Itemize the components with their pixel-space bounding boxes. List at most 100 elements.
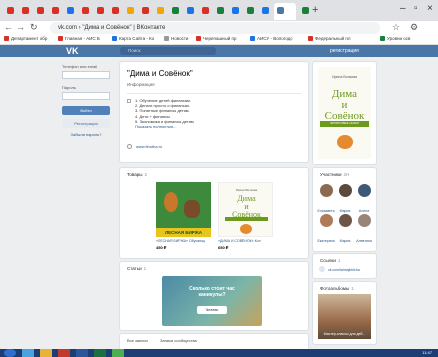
phone-field[interactable] [62,71,110,79]
browser-tab[interactable] [229,3,242,20]
cover-author: Ирина Волкова [332,75,357,79]
search-input[interactable]: Поиск [120,47,216,55]
bookmark-item[interactable]: Главная - АИС Б [58,36,100,41]
taskbar-icon-app[interactable] [58,349,70,357]
browser-tab[interactable] [4,3,17,20]
tab-favicon-icon [142,7,149,14]
tab-favicon-icon [112,7,119,14]
vk-logo[interactable]: VK [66,45,79,57]
taskbar-icon-folder[interactable] [40,349,52,357]
product-image-forest-exchange[interactable]: ЛЕСНАЯ БИРЖА [156,182,211,237]
goods-title[interactable]: Товары 2 [127,172,147,177]
bookmark-item[interactable]: Карта Сайта - Ко [112,36,154,41]
browser-tab[interactable] [199,3,212,20]
book-band [225,217,268,221]
browser-tab[interactable] [244,3,257,20]
browser-tab[interactable] [109,3,122,20]
password-label: Пароль [62,85,76,90]
taskbar-icon-chrome[interactable] [112,349,124,357]
new-tab-button[interactable]: + [312,4,318,16]
article-preview[interactable]: Сколько стоит час каникулы? Читать [162,276,262,326]
goods-card: Товары 2 ЛЕСНАЯ БИРЖА Ирина Волкова Дима и… [120,168,308,258]
bookmark-item[interactable]: Черепашный пр [196,36,236,41]
register-link[interactable]: регистрация [330,45,359,57]
forgot-password-link[interactable]: Забыли пароль? [62,132,110,137]
browser-tab[interactable] [79,3,92,20]
reload-icon[interactable]: ↻ [30,22,38,33]
info-list: 1. Обучение детей финансам. 2. Деньги пр… [127,98,194,129]
tab-all-posts[interactable]: Все записи [127,338,148,343]
website-link[interactable]: www.finotha.ru [127,144,162,149]
browser-tab[interactable] [299,3,312,20]
avatar [338,214,352,227]
product-name[interactable]: «ДИМА И СОВЁНОК» Кол [218,239,276,243]
photo-album-thumbnail[interactable]: Мастер-классы для деб... [318,294,371,339]
minimize-icon[interactable]: – [400,3,406,14]
star-icon[interactable]: ☆ [392,22,400,33]
close-icon[interactable]: × [427,3,433,14]
link-item[interactable]: vk.com/taimajbkfcha [319,266,360,272]
tab-favicon-icon [157,7,164,14]
url-field[interactable]: vk.com › "Дима и Совёнок" | ВКонтакте [50,22,380,34]
member-item[interactable]: Алена [355,184,373,217]
tab-community-posts[interactable]: Записи сообщества [160,338,197,343]
photos-title[interactable]: Фотоальбомы 1 [320,286,354,291]
avatar [319,214,333,227]
forward-icon[interactable]: → [16,22,25,32]
member-item[interactable]: Алевтина [355,214,373,247]
extension-icon[interactable]: ⚙ [410,22,418,33]
members-card: Участники 2Н Елизавета Мария Алена Екатер… [313,168,376,251]
cover-band: ФИНАНСОВЫЕ СКАЗКИ [320,121,369,127]
browser-tab[interactable] [124,3,137,20]
group-avatar[interactable]: Ирина Волкова Дима и Совёнок ФИНАНСОВЫЕ СК… [318,67,371,159]
taskbar-clock: 11:47 [422,350,432,355]
tab-favicon-icon [247,7,254,14]
browser-tab[interactable] [94,3,107,20]
password-field[interactable] [62,92,110,100]
member-item[interactable]: Елизавета [317,184,335,217]
bookmark-item[interactable]: АИСУ - Вологодс [250,36,293,41]
info-section-label: Информация [127,82,155,87]
links-card: Ссылки 1 vk.com/taimajbkfcha [313,254,376,278]
taskbar-icon-ie[interactable] [22,349,34,357]
articles-title[interactable]: Статьи 1 [127,266,146,271]
browser-tab[interactable] [139,3,152,20]
browser-tab[interactable] [184,3,197,20]
browser-tab[interactable] [64,3,77,20]
divider [127,93,301,94]
taskbar-icon-word[interactable] [76,349,88,357]
read-article-button[interactable]: Читать [197,306,227,314]
back-icon[interactable]: ← [4,22,13,32]
member-item[interactable]: Екатерина [317,214,335,247]
album-name: Мастер-классы для деб... [323,332,366,336]
browser-tab[interactable] [274,3,296,20]
maximize-icon[interactable]: ▫ [414,3,418,14]
start-button[interactable] [4,349,16,357]
browser-tab[interactable] [259,3,272,20]
avatar [338,184,352,197]
links-title[interactable]: Ссылки 1 [320,258,340,263]
taskbar-icon-excel[interactable] [94,349,106,357]
product-image-book[interactable]: Ирина Волкова Дима и Совёнок [218,182,273,237]
bookmark-item[interactable]: Уровни осв [380,36,410,41]
bookmark-item[interactable]: Департамент обр [4,36,47,41]
bookmark-item[interactable]: Федеральный пл [308,36,350,41]
browser-tab[interactable] [34,3,47,20]
browser-tab[interactable] [214,3,227,20]
members-title[interactable]: Участники 2Н [320,172,349,177]
browser-tab[interactable] [19,3,32,20]
browser-tab[interactable] [49,3,62,20]
member-item[interactable]: Мария [336,184,354,217]
vk-header: VK Поиск регистрация [0,45,438,57]
cover-title: Дима и Совёнок [324,88,365,122]
member-item[interactable]: Мария [336,214,354,247]
product-name[interactable]: «ЛЕСНАЯ БИРЖА» Обучающ [156,239,214,243]
browser-tab[interactable] [154,3,167,20]
browser-tab[interactable] [169,3,182,20]
show-more-link[interactable]: Показать полностью... [127,124,194,129]
bookmark-item[interactable]: Новости [164,36,188,41]
tab-favicon-icon [22,7,29,14]
login-button[interactable]: Войти [62,106,110,115]
register-button[interactable]: Регистрация [62,119,110,128]
tab-favicon-icon [187,7,194,14]
